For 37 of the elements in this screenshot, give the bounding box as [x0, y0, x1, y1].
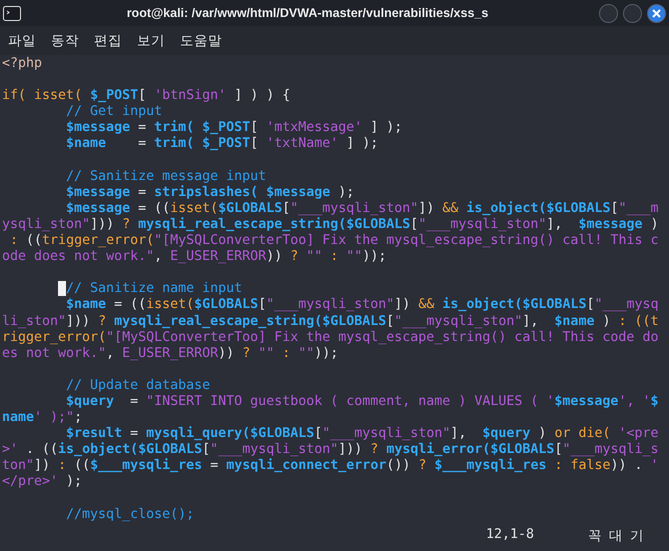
code-line: </pre>' );	[2, 474, 82, 491]
code-line: name' );";	[2, 410, 82, 426]
minimize-button[interactable]	[599, 4, 618, 22]
code-line: ton"]) : (($___mysqli_res = mysqli_connect_error()) ? $___mysqli_res : false)) . '	[2, 458, 659, 474]
code-line: // Update database	[66, 376, 210, 394]
code-line: if( isset( $_POST[ 'btnSign' ] ) ) {	[2, 87, 290, 104]
code-line: es not work.", E_USER_ERROR)) ? "" : ""));	[2, 346, 338, 362]
code-line: >' . ((is_object($GLOBALS["___mysqli_ston"])) ? mysqli_error($GLOBALS["___mysqli_s	[2, 442, 659, 458]
code-line: // Sanitize name input	[66, 280, 242, 298]
code-line: li_ston"])) ? mysqli_real_escape_string($GLOBALS["___mysqli_ston"], $name ) : ((t	[2, 314, 659, 330]
code-line: ode does not work.", E_USER_ERROR)) ? "" : ""));	[2, 249, 386, 266]
scroll-position: 꼭 대 기	[588, 528, 643, 546]
code-line: // Get input	[66, 104, 162, 120]
code-line: ysqli_ston"])) ? mysqli_real_escape_string($GLOBALS["___mysqli_ston"], $message )	[2, 216, 658, 234]
code-line: $message = ((isset($GLOBALS["___mysqli_ston"]) && is_object($GLOBALS["___m	[66, 200, 659, 217]
code-line: $message = stripslashes( $message );	[66, 184, 354, 201]
code-line: : ((trigger_error("[MySQLConverterToo] Fix the mysql_escape_string() call! This c	[9, 233, 658, 250]
code-line: $message = trim( $_POST[ 'mtxMessage' ] );	[66, 120, 402, 136]
window-title: root@kali: /var/www/html/DVWA-master/vulnerabilities/xss_s	[126, 6, 490, 20]
code-line: //mysql_close();	[66, 506, 194, 523]
code-line: $query = "INSERT INTO guestbook ( comment, name ) VALUES ( '$message', '$	[66, 394, 658, 410]
menu-item[interactable]: 편집	[94, 32, 122, 50]
menu-item[interactable]: 동작	[51, 32, 79, 50]
code-line: <?php	[2, 56, 42, 72]
code-line: rigger_error("[MySQLConverterToo] Fix the mysql_escape_string() call! This code do	[2, 330, 658, 346]
code-line: $name = ((isset($GLOBALS["___mysqli_ston"]) && is_object($GLOBALS["___mysq	[66, 297, 659, 314]
close-button[interactable]	[647, 4, 666, 22]
close-icon	[652, 8, 661, 18]
code-line: $result = mysqli_query($GLOBALS["___mysqli_ston"], $query ) or die( '<pre	[66, 426, 659, 442]
menu-item[interactable]: 파일	[8, 32, 36, 50]
menu-item[interactable]: 도움말	[180, 32, 222, 50]
code-line: $name = trim( $_POST[ 'txtName' ] );	[66, 136, 378, 153]
terminal-icon	[3, 6, 21, 20]
maximize-button[interactable]	[623, 4, 642, 22]
cursor-position: 12,1-8	[486, 527, 534, 544]
code-line: // Sanitize message input	[66, 168, 266, 185]
menu-item[interactable]: 보기	[137, 32, 165, 50]
